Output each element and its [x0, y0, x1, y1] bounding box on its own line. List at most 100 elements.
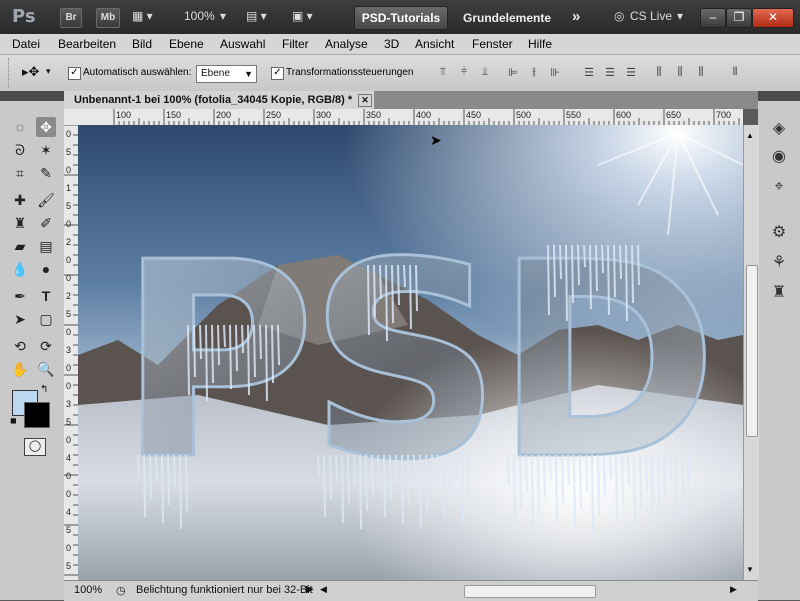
auto-select-checkbox[interactable]: ✓	[68, 67, 81, 80]
move-tool-preset-icon[interactable]: ▸✥	[22, 64, 39, 80]
blur-tool-icon[interactable]: 💧	[10, 259, 30, 279]
minimize-button[interactable]: –	[700, 8, 726, 28]
menu-ebene[interactable]: Ebene	[169, 37, 204, 51]
menu-filter[interactable]: Filter	[282, 37, 309, 51]
hand-tool-icon[interactable]: ✋	[10, 359, 30, 379]
zoom-level[interactable]: 100%	[184, 9, 215, 23]
path-selection-tool-icon[interactable]: ➤	[10, 309, 30, 329]
status-zoom[interactable]: 100%	[74, 584, 102, 596]
3d-orbit-tool-icon[interactable]: ⟳	[36, 336, 56, 356]
default-colors-icon[interactable]: ◼	[10, 416, 17, 425]
magic-wand-tool-icon[interactable]: ✶	[36, 140, 56, 160]
document-tab[interactable]: Unbenannt-1 bei 100% (fotolia_34045 Kopi…	[64, 91, 374, 109]
scroll-up-icon[interactable]: ▲	[746, 131, 754, 140]
distribute-top-icon[interactable]: ☰	[580, 66, 598, 80]
align-vertical-center-icon[interactable]: ⫩	[455, 66, 473, 80]
auto-align-layers-icon[interactable]: ⦀	[726, 66, 744, 80]
screen-mode-button[interactable]: ▣ ▾	[292, 9, 313, 23]
clone-stamp-tool-icon[interactable]: ♜	[10, 213, 30, 233]
chevron-down-icon: ▼	[244, 69, 253, 79]
layers-icon[interactable]: ◈	[768, 118, 790, 140]
status-info-icon[interactable]: ◷	[116, 584, 126, 597]
menu-bearbeiten[interactable]: Bearbeiten	[58, 37, 116, 51]
pen-tool-icon[interactable]: ✒	[10, 286, 30, 306]
vertical-scroll-thumb[interactable]	[746, 265, 758, 437]
ruler-label-h: 550	[566, 110, 582, 120]
restore-button[interactable]: ❐	[726, 8, 752, 28]
horizontal-ruler[interactable]: 100 150 200 250 300 350 400 450 500 550 600 650 700	[78, 109, 743, 126]
channels-icon[interactable]: ◉	[768, 146, 790, 168]
distribute-right-icon[interactable]: ⫼	[692, 66, 710, 80]
vertical-ruler[interactable]: 0 5 0 1 5 0 2 0 0 2 5 0 3 0 0 3 5 0 4 0 0 4 5 0 5	[64, 125, 79, 580]
view-extras-button[interactable]: ▦ ▾	[132, 9, 153, 23]
vertical-scrollbar[interactable]: ▲ ▼	[743, 125, 759, 580]
quick-mask-icon[interactable]: ◯	[24, 438, 46, 456]
crop-tool-icon[interactable]: ⌗	[10, 163, 30, 183]
arrange-documents-button[interactable]: ▤ ▾	[246, 9, 267, 23]
align-top-icon[interactable]: ⫪	[434, 66, 452, 80]
shape-tool-icon[interactable]: ▢	[36, 309, 56, 329]
status-menu-arrow-icon[interactable]: ▶	[306, 584, 314, 595]
menu-auswahl[interactable]: Auswahl	[220, 37, 265, 51]
menu-bild[interactable]: Bild	[132, 37, 152, 51]
marquee-tool-icon[interactable]: ◌	[10, 117, 30, 137]
dodge-tool-icon[interactable]: ●	[36, 259, 56, 279]
eraser-tool-icon[interactable]: ▰	[10, 236, 30, 256]
menu-datei[interactable]: Datei	[12, 37, 40, 51]
align-left-icon[interactable]: ⊫	[504, 66, 522, 80]
scroll-left-icon[interactable]: ◀	[320, 584, 327, 595]
menu-fenster[interactable]: Fenster	[472, 37, 513, 51]
panel-dock-header[interactable]	[758, 91, 800, 101]
menu-analyse[interactable]: Analyse	[325, 37, 368, 51]
align-right-icon[interactable]: ⊪	[546, 66, 564, 80]
bridge-button[interactable]: Br	[60, 8, 82, 28]
scroll-right-icon[interactable]: ▶	[730, 584, 737, 595]
lasso-tool-icon[interactable]: ᘐ	[10, 140, 30, 160]
healing-brush-tool-icon[interactable]: ✚	[10, 190, 30, 210]
move-tool-icon[interactable]: ✥	[36, 117, 56, 137]
3d-rotate-tool-icon[interactable]: ⟲	[10, 336, 30, 356]
mini-bridge-button[interactable]: Mb	[96, 8, 120, 28]
icicle	[205, 324, 208, 402]
distribute-left-icon[interactable]: ⫼	[650, 66, 668, 80]
menu-hilfe[interactable]: Hilfe	[528, 37, 552, 51]
type-tool-icon[interactable]: T	[36, 286, 56, 306]
close-window-button[interactable]: ✕	[752, 8, 794, 28]
cs-live-icon[interactable]: ◎	[614, 9, 624, 23]
zoom-tool-icon[interactable]: 🔍	[36, 359, 56, 379]
workspace-psd-tutorials[interactable]: PSD-Tutorials	[354, 6, 448, 30]
tool-preset-dropdown-icon[interactable]: ▾	[46, 66, 51, 77]
brush-tool-icon[interactable]: 🖌	[36, 190, 56, 210]
transform-controls-checkbox[interactable]: ✓	[271, 67, 284, 80]
auto-select-dropdown[interactable]: Ebene ▼	[196, 65, 257, 83]
background-color-swatch[interactable]	[24, 402, 50, 428]
cs-live-button[interactable]: CS Live	[630, 9, 672, 23]
scroll-down-icon[interactable]: ▼	[746, 565, 754, 574]
distribute-bottom-icon[interactable]: ☰	[622, 66, 640, 80]
paths-icon[interactable]: ⌖	[768, 176, 790, 198]
align-horizontal-center-icon[interactable]: ⫲	[525, 66, 543, 80]
ruler-origin[interactable]	[64, 109, 78, 125]
clone-source-icon[interactable]: ♜	[768, 282, 790, 304]
workspace-grundelemente[interactable]: Grundelemente	[463, 11, 551, 25]
brush-presets-icon[interactable]: ⚘	[768, 252, 790, 274]
adjustments-icon[interactable]: ⚙	[768, 222, 790, 244]
eyedropper-tool-icon[interactable]: ✎	[36, 163, 56, 183]
menu-3d[interactable]: 3D	[384, 37, 399, 51]
options-bar-grip[interactable]	[8, 58, 13, 88]
align-bottom-icon[interactable]: ⫫	[476, 66, 494, 80]
tools-panel-header[interactable]	[0, 91, 64, 101]
distribute-horizontal-center-icon[interactable]: ⫼	[671, 66, 689, 80]
distribute-vertical-center-icon[interactable]: ☰	[601, 66, 619, 80]
document-canvas[interactable]: PSD	[78, 125, 743, 580]
icicle	[519, 454, 522, 510]
gradient-tool-icon[interactable]: ▤	[36, 236, 56, 256]
menu-ansicht[interactable]: Ansicht	[415, 37, 454, 51]
horizontal-scroll-thumb[interactable]	[464, 585, 596, 598]
swap-colors-icon[interactable]: ↰	[40, 384, 48, 395]
close-tab-icon[interactable]: ✕	[358, 94, 372, 107]
history-brush-tool-icon[interactable]: ✐	[36, 213, 56, 233]
zoom-dropdown-icon[interactable]: ▾	[220, 9, 226, 23]
cs-live-dropdown-icon[interactable]: ▾	[677, 9, 683, 23]
more-workspaces-icon[interactable]: »	[572, 8, 580, 25]
